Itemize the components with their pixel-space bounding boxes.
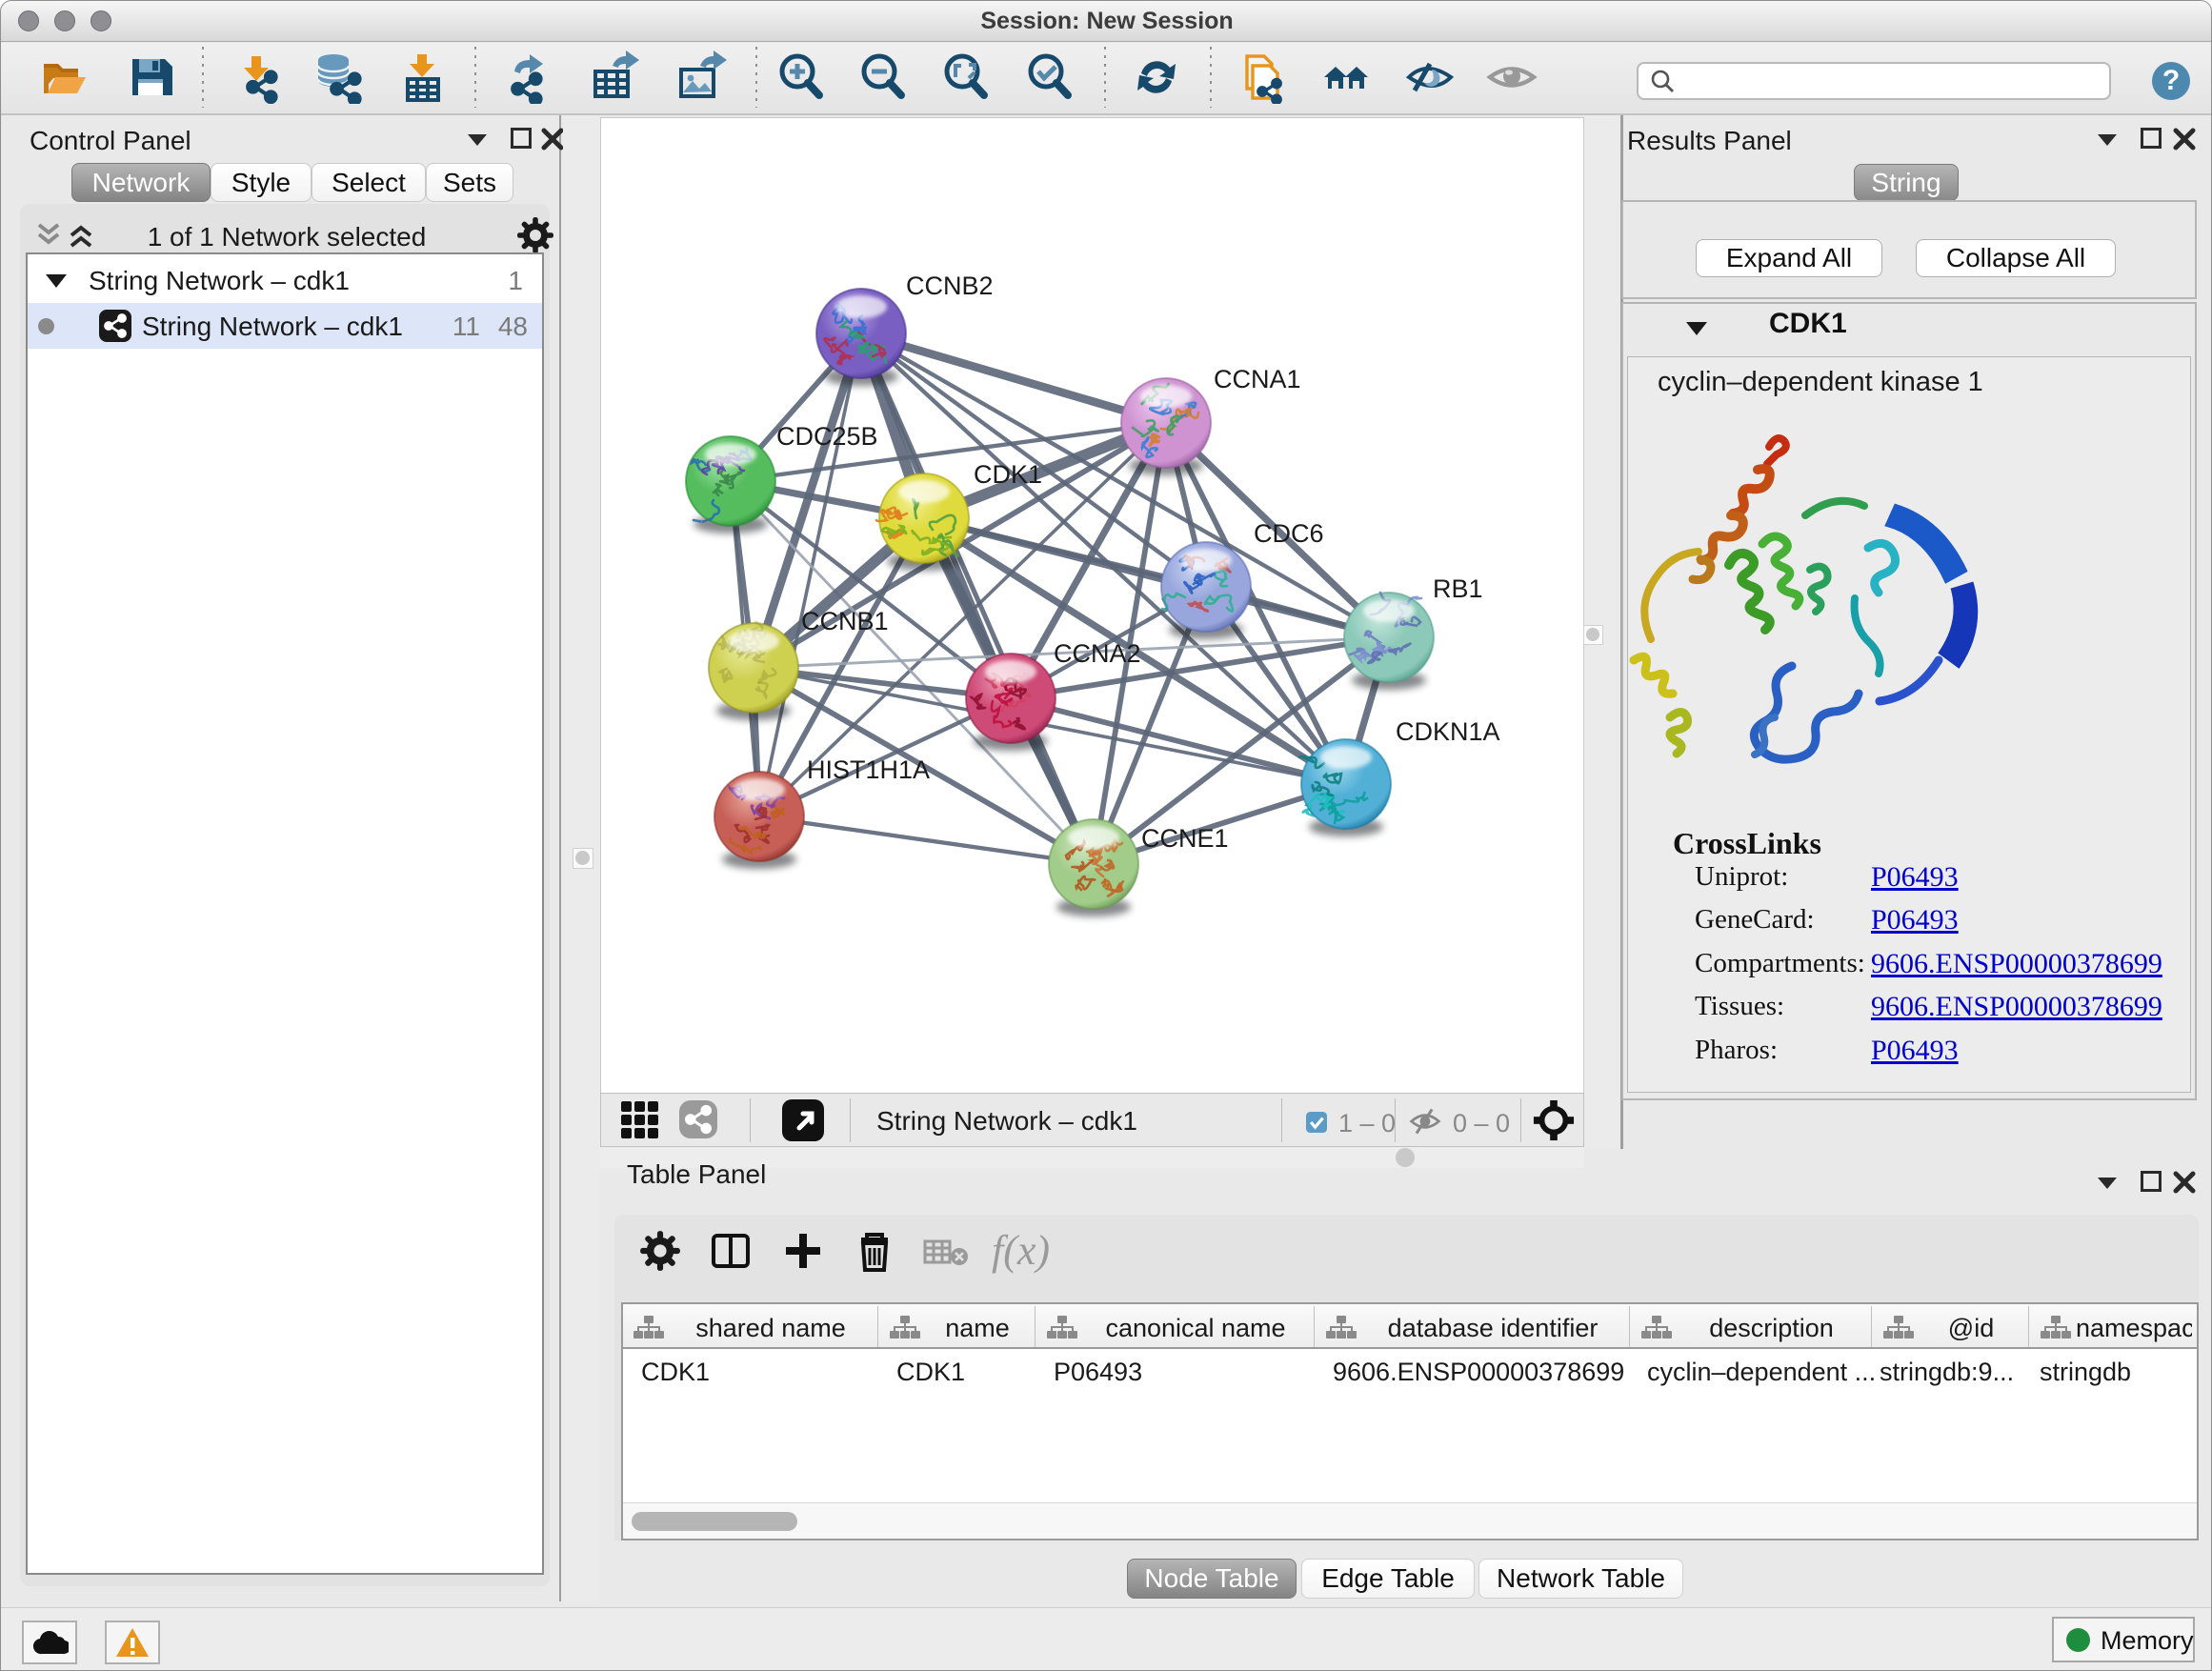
svg-text:CCNB1: CCNB1 bbox=[801, 607, 889, 635]
svg-text:CCNB2: CCNB2 bbox=[906, 272, 994, 300]
svg-text:CCNA2: CCNA2 bbox=[1054, 639, 1141, 668]
svg-text:CDC6: CDC6 bbox=[1254, 519, 1324, 548]
svg-text:CDC25B: CDC25B bbox=[776, 422, 878, 451]
svg-text:CDK1: CDK1 bbox=[974, 460, 1042, 489]
svg-text:RB1: RB1 bbox=[1433, 574, 1483, 603]
svg-text:HIST1H1A: HIST1H1A bbox=[807, 755, 930, 784]
svg-text:CDKN1A: CDKN1A bbox=[1396, 717, 1500, 746]
svg-text:CCNA1: CCNA1 bbox=[1214, 365, 1301, 393]
svg-text:CCNE1: CCNE1 bbox=[1141, 824, 1229, 853]
